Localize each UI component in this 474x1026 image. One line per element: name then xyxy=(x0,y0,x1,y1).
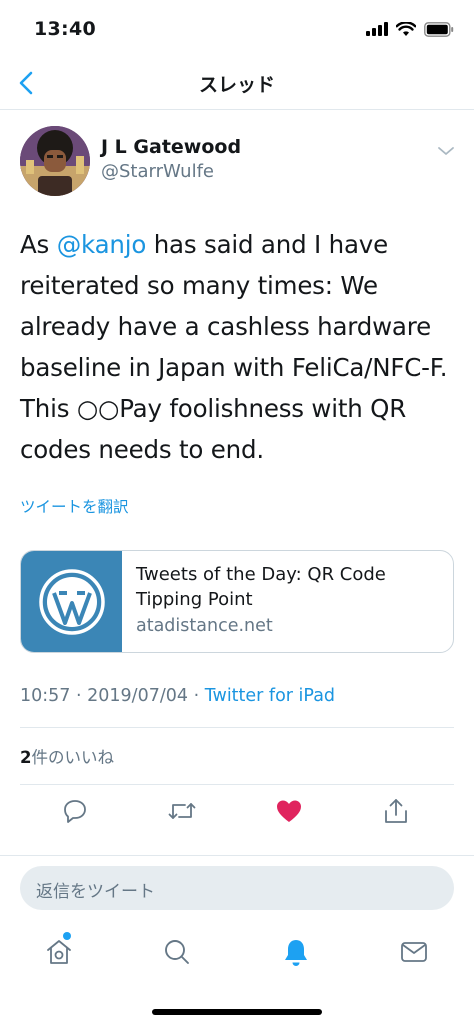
card-thumbnail xyxy=(21,551,122,652)
share-icon xyxy=(385,799,407,823)
likes-count[interactable]: 2件のいいね xyxy=(20,744,114,768)
divider xyxy=(20,727,454,728)
avatar[interactable] xyxy=(20,126,90,196)
retweet-icon xyxy=(168,803,196,819)
wifi-icon xyxy=(396,21,416,36)
translate-link[interactable]: ツイートを翻訳 xyxy=(20,495,129,517)
tab-notifications[interactable] xyxy=(280,936,312,968)
divider xyxy=(20,784,454,785)
divider xyxy=(0,855,474,856)
author-name[interactable]: J L Gatewood xyxy=(101,136,241,158)
unread-dot xyxy=(63,932,71,940)
meta-separator: · xyxy=(70,686,88,706)
tab-home[interactable] xyxy=(43,936,75,968)
wordpress-logo-icon xyxy=(38,568,105,635)
cellular-signal-icon xyxy=(366,22,388,36)
notifications-icon xyxy=(285,940,307,966)
reply-placeholder: 返信をツイート xyxy=(36,882,155,902)
tweet-source-link[interactable]: Twitter for iPad xyxy=(205,686,335,706)
likes-label: 件のいいね xyxy=(31,748,114,767)
messages-icon xyxy=(401,942,427,962)
status-time: 13:40 xyxy=(34,18,96,40)
tab-search[interactable] xyxy=(161,936,193,968)
home-indicator xyxy=(152,1009,322,1015)
home-icon xyxy=(47,940,71,964)
battery-icon xyxy=(424,21,454,37)
author-handle[interactable]: @StarrWulfe xyxy=(101,161,214,182)
reply-button[interactable] xyxy=(60,796,90,826)
heart-icon xyxy=(277,800,301,822)
status-icons xyxy=(366,20,454,38)
likes-number: 2 xyxy=(20,748,32,767)
tweet-date: 2019/07/04 xyxy=(87,686,189,706)
tweet-meta: 10:57 · 2019/07/04 · Twitter for iPad xyxy=(20,686,335,706)
share-button[interactable] xyxy=(381,796,411,826)
card-title: Tweets of the Day: QR Code Tipping Point xyxy=(136,564,386,610)
nav-bar: スレッド xyxy=(0,56,474,110)
tab-messages[interactable] xyxy=(398,936,430,968)
tweet-text: As @kanjo has said and I have reiterated… xyxy=(20,224,460,470)
page-title: スレッド xyxy=(198,74,275,96)
like-button[interactable] xyxy=(274,796,304,826)
tweet-time: 10:57 xyxy=(20,686,71,706)
mention-link[interactable]: @kanjo xyxy=(57,230,147,259)
link-card[interactable]: Tweets of the Day: QR Code Tipping Point… xyxy=(20,550,454,653)
retweet-button[interactable] xyxy=(167,796,197,826)
reply-input[interactable]: 返信をツイート xyxy=(20,866,454,910)
tweet-text-after: has said and I have reiterated so many t… xyxy=(20,230,448,464)
chevron-down-icon xyxy=(438,147,454,155)
more-options-button[interactable] xyxy=(436,142,456,156)
meta-separator: · xyxy=(188,686,205,706)
tweet-text-before: As xyxy=(20,230,57,259)
comment-icon xyxy=(64,800,86,823)
card-domain: atadistance.net xyxy=(136,616,273,636)
search-icon xyxy=(165,940,189,964)
status-bar: 13:40 xyxy=(0,0,474,56)
